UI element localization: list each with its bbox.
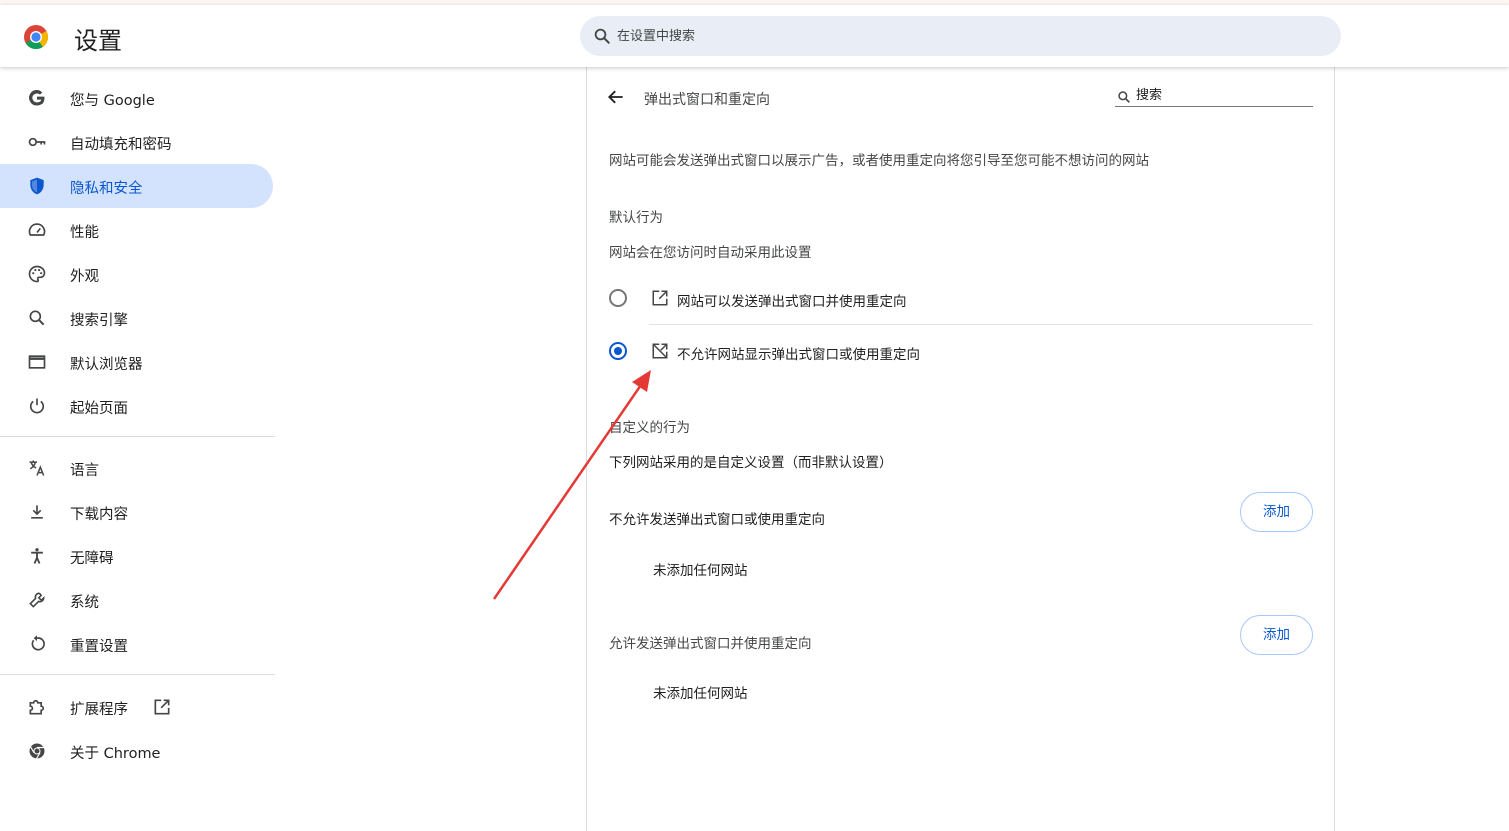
settings-panel: 弹出式窗口和重定向 网站可能会发送弹出式窗口以展示广告，或者使用重定向将您引导至… <box>586 67 1335 831</box>
power-icon <box>29 398 45 414</box>
sidebar-item-label: 默认浏览器 <box>70 357 143 373</box>
sidebar-item-label: 无障碍 <box>70 551 114 567</box>
key-icon <box>28 137 46 147</box>
sidebar-item-extensions[interactable]: 扩展程序 <box>0 685 273 729</box>
open-in-new-icon <box>154 699 170 715</box>
reset-icon <box>31 635 45 651</box>
sidebar-item-downloads[interactable]: 下载内容 <box>0 490 273 534</box>
block-list-empty-text: 未添加任何网站 <box>653 563 748 579</box>
sidebar-item-label: 您与 Google <box>70 93 155 109</box>
sidebar-item-default-browser[interactable]: 默认浏览器 <box>0 340 273 384</box>
page-title: 设置 <box>74 27 122 55</box>
sidebar-item-appearance[interactable]: 外观 <box>0 252 273 296</box>
sidebar-item-label: 关于 Chrome <box>70 746 161 762</box>
search-icon <box>1118 91 1130 103</box>
custom-behavior-heading: 自定义的行为 <box>609 420 690 436</box>
google-icon <box>29 89 45 106</box>
sidebar-item-label: 性能 <box>70 225 99 241</box>
back-arrow-icon[interactable] <box>606 87 626 107</box>
sidebar-item-languages[interactable]: 语言 <box>0 446 273 490</box>
sidebar: 您与 Google 自动填充和密码 隐私和安全 性能 外观 搜索引擎 默认浏览器… <box>0 67 280 831</box>
sidebar-item-performance[interactable]: 性能 <box>0 208 273 252</box>
translate-icon <box>29 460 45 476</box>
radio-block-popups[interactable] <box>609 342 627 360</box>
sidebar-item-label: 自动填充和密码 <box>70 137 172 153</box>
settings-search-input[interactable] <box>617 16 1317 56</box>
radio-allow-popups[interactable] <box>609 289 627 307</box>
sidebar-item-system[interactable]: 系统 <box>0 578 273 622</box>
block-list-title: 不允许发送弹出式窗口或使用重定向 <box>609 512 825 528</box>
default-behavior-heading: 默认行为 <box>609 210 663 226</box>
sidebar-divider <box>0 674 275 675</box>
option-allow-popups-label[interactable]: 网站可以发送弹出式窗口并使用重定向 <box>677 290 907 310</box>
sidebar-item-label: 隐私和安全 <box>70 181 143 197</box>
browser-window-icon <box>28 355 46 369</box>
sidebar-item-about-chrome[interactable]: 关于 Chrome <box>0 729 273 773</box>
sidebar-item-label: 搜索引擎 <box>70 313 128 329</box>
sidebar-item-accessibility[interactable]: 无障碍 <box>0 534 273 578</box>
sidebar-item-label: 语言 <box>70 463 99 479</box>
allow-list-title: 允许发送弹出式窗口并使用重定向 <box>609 636 812 652</box>
sidebar-item-autofill[interactable]: 自动填充和密码 <box>0 120 273 164</box>
speedometer-icon <box>28 223 46 236</box>
sidebar-item-label: 下载内容 <box>70 507 128 523</box>
shield-icon <box>30 177 44 195</box>
chrome-icon <box>29 743 45 759</box>
sidebar-item-search-engine[interactable]: 搜索引擎 <box>0 296 273 340</box>
add-blocked-site-button[interactable]: 添加 <box>1240 492 1313 532</box>
option-divider <box>649 324 1313 325</box>
header: 设置 <box>0 5 1509 67</box>
sidebar-item-label: 外观 <box>70 269 99 285</box>
settings-search-bar[interactable] <box>580 16 1341 56</box>
search-icon <box>594 28 610 44</box>
search-icon <box>29 310 45 326</box>
subpage-title: 弹出式窗口和重定向 <box>644 92 770 108</box>
wrench-icon <box>29 592 45 608</box>
sidebar-divider <box>0 436 275 437</box>
popup-blocked-icon <box>652 343 668 359</box>
add-allowed-site-button[interactable]: 添加 <box>1240 615 1313 655</box>
option-block-popups-label[interactable]: 不允许网站显示弹出式窗口或使用重定向 <box>677 343 920 363</box>
chrome-logo-icon <box>24 25 49 50</box>
custom-behavior-subheading: 下列网站采用的是自定义设置（而非默认设置） <box>609 455 893 471</box>
sidebar-item-you-and-google[interactable]: 您与 Google <box>0 76 273 120</box>
sidebar-item-label: 重置设置 <box>70 639 128 655</box>
open-in-new-icon <box>652 290 668 306</box>
sidebar-item-startup[interactable]: 起始页面 <box>0 384 273 428</box>
subpage-search-field[interactable] <box>1115 85 1313 107</box>
sidebar-item-label: 扩展程序 <box>70 702 128 718</box>
allow-list-empty-text: 未添加任何网站 <box>653 686 748 702</box>
page-description: 网站可能会发送弹出式窗口以展示广告，或者使用重定向将您引导至您可能不想访问的网站 <box>609 153 1149 169</box>
puzzle-icon <box>29 699 45 715</box>
sidebar-item-reset[interactable]: 重置设置 <box>0 622 273 666</box>
sidebar-item-label: 起始页面 <box>70 401 128 417</box>
sidebar-item-label: 系统 <box>70 595 99 611</box>
palette-icon <box>28 265 46 283</box>
download-icon <box>31 505 43 519</box>
sidebar-item-privacy-security[interactable]: 隐私和安全 <box>0 164 273 208</box>
accessibility-icon <box>31 548 43 564</box>
subpage-search-input[interactable] <box>1136 85 1306 105</box>
default-behavior-subheading: 网站会在您访问时自动采用此设置 <box>609 245 812 261</box>
